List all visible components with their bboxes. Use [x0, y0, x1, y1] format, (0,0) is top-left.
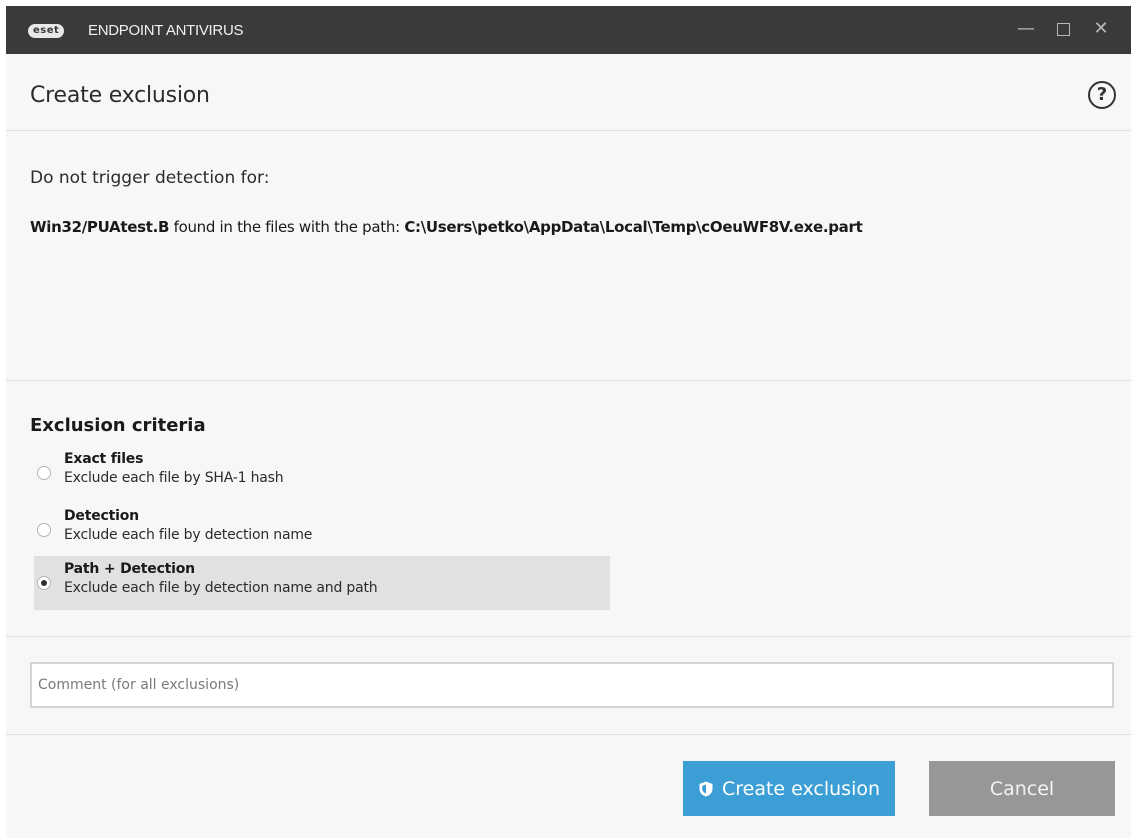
page-title: Create exclusion — [30, 83, 210, 108]
option-exact-files[interactable]: Exact files Exclude each file by SHA-1 h… — [34, 446, 610, 500]
close-icon: ✕ — [1093, 18, 1109, 39]
detection-name: Win32/PUAtest.B — [30, 218, 170, 236]
option-description: Exclude each file by detection name and … — [64, 580, 378, 596]
maximize-button[interactable] — [1043, 6, 1083, 54]
file-path: C:\Users\petko\AppData\Local\Temp\cOeuWF… — [404, 218, 863, 236]
title-bar[interactable]: eset ENDPOINT ANTIVIRUS — ✕ — [6, 6, 1131, 54]
dialog-header: Create exclusion ? — [6, 54, 1131, 131]
option-path-detection[interactable]: Path + Detection Exclude each file by de… — [34, 556, 610, 610]
divider — [6, 734, 1131, 735]
option-description: Exclude each file by SHA-1 hash — [64, 470, 284, 486]
create-exclusion-button[interactable]: Create exclusion — [683, 761, 895, 816]
option-label: Detection — [64, 508, 139, 524]
shield-icon — [699, 781, 713, 797]
minimize-button[interactable]: — — [1006, 6, 1046, 54]
option-label: Exact files — [64, 451, 144, 467]
divider — [6, 380, 1131, 381]
detail-middle-text: found in the files with the path: — [169, 218, 405, 236]
option-label: Path + Detection — [64, 561, 195, 577]
dialog-window: eset ENDPOINT ANTIVIRUS — ✕ Create exclu… — [6, 6, 1131, 838]
option-description: Exclude each file by detection name — [64, 527, 313, 543]
help-icon[interactable]: ? — [1088, 81, 1116, 109]
create-exclusion-label: Create exclusion — [721, 778, 881, 800]
divider — [6, 636, 1131, 637]
criteria-title: Exclusion criteria — [30, 415, 206, 436]
comment-input[interactable] — [30, 662, 1114, 708]
minimize-icon: — — [1017, 18, 1035, 39]
option-detection[interactable]: Detection Exclude each file by detection… — [34, 503, 610, 557]
maximize-icon — [1056, 22, 1070, 36]
radio-icon[interactable] — [37, 466, 51, 480]
cancel-button[interactable]: Cancel — [929, 761, 1115, 816]
intro-text: Do not trigger detection for: — [30, 168, 270, 188]
app-title: ENDPOINT ANTIVIRUS — [88, 22, 244, 39]
detection-detail: Win32/PUAtest.B found in the files with … — [30, 218, 863, 236]
eset-logo: eset — [28, 24, 65, 38]
radio-selected-icon[interactable] — [37, 576, 51, 590]
radio-icon[interactable] — [37, 523, 51, 537]
close-button[interactable]: ✕ — [1081, 6, 1121, 54]
